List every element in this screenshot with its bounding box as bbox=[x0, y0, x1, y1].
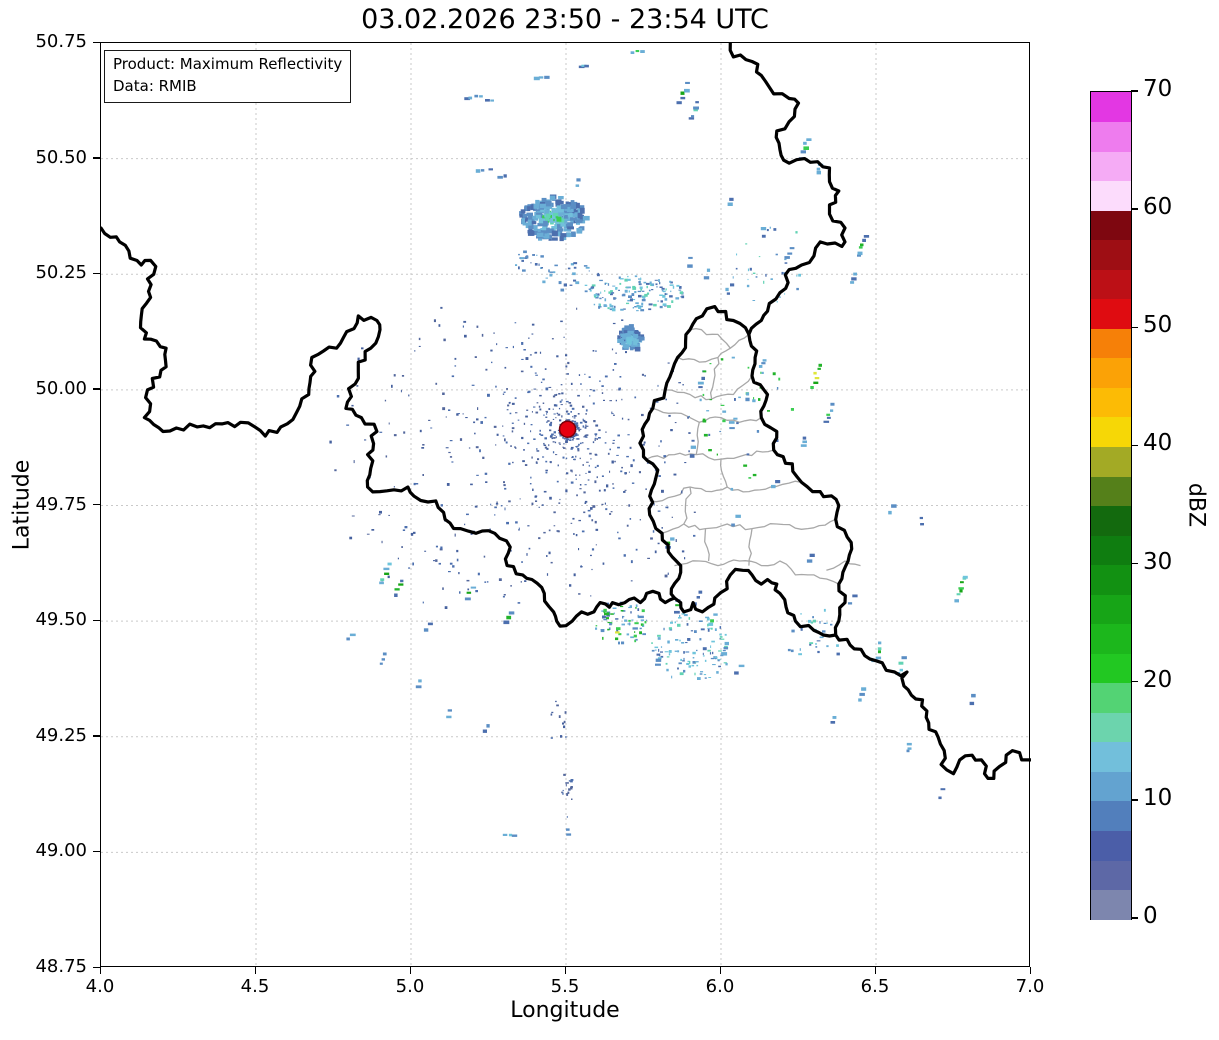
x-tick-label: 6.5 bbox=[860, 976, 890, 997]
colorbar-tick-label: 10 bbox=[1143, 784, 1173, 811]
colorbar-band bbox=[1091, 535, 1131, 566]
colorbar-band bbox=[1091, 298, 1131, 329]
radar-map-svg bbox=[101, 43, 1031, 968]
y-tick-label: 49.00 bbox=[35, 840, 87, 862]
y-tick-label: 50.75 bbox=[35, 31, 87, 52]
radar-site-marker bbox=[558, 420, 577, 438]
colorbar-band bbox=[1091, 594, 1131, 625]
colorbar-band bbox=[1091, 741, 1131, 772]
colorbar-band bbox=[1091, 800, 1131, 831]
colorbar-band bbox=[1091, 239, 1131, 270]
y-tick-label: 48.75 bbox=[35, 956, 87, 977]
colorbar-band bbox=[1091, 564, 1131, 595]
colorbar-label: dBZ bbox=[1183, 482, 1209, 528]
colorbar-band bbox=[1091, 771, 1131, 802]
y-tick-label: 49.50 bbox=[35, 609, 87, 631]
colorbar-band bbox=[1091, 151, 1131, 182]
colorbar-tick-mark bbox=[1131, 326, 1138, 328]
colorbar-tick-label: 40 bbox=[1143, 430, 1173, 457]
x-tick-mark bbox=[1029, 967, 1031, 974]
colorbar-band bbox=[1091, 859, 1131, 891]
colorbar-band bbox=[1091, 475, 1131, 507]
y-tick-label: 49.25 bbox=[35, 724, 87, 746]
colorbar-band bbox=[1091, 180, 1131, 211]
colorbar-band bbox=[1091, 121, 1131, 152]
figure-title: 03.02.2026 23:50 - 23:54 UTC bbox=[361, 4, 769, 35]
x-tick-mark bbox=[409, 967, 411, 974]
product-info-box: Product: Maximum Reflectivity Data: RMIB bbox=[104, 50, 352, 103]
y-tick-mark bbox=[93, 735, 100, 737]
x-tick-mark bbox=[874, 967, 876, 974]
y-tick-mark bbox=[93, 157, 100, 159]
colorbar-tick-label: 30 bbox=[1143, 548, 1173, 575]
colorbar-tick-label: 20 bbox=[1143, 666, 1173, 693]
y-tick-mark bbox=[93, 966, 100, 968]
reflectivity-colorbar bbox=[1090, 91, 1132, 920]
colorbar-band bbox=[1091, 712, 1131, 743]
colorbar-tick-label: 70 bbox=[1143, 76, 1173, 102]
colorbar-tick-mark bbox=[1131, 681, 1138, 683]
colorbar-tick-mark bbox=[1131, 444, 1138, 447]
radar-figure: 03.02.2026 23:50 - 23:54 UTC Product: Ma… bbox=[0, 0, 1219, 1040]
colorbar-band bbox=[1091, 92, 1131, 123]
colorbar-band bbox=[1091, 653, 1131, 684]
colorbar-band bbox=[1091, 505, 1131, 536]
data-source-line: Data: RMIB bbox=[113, 76, 197, 95]
colorbar-tick-mark bbox=[1131, 90, 1138, 92]
colorbar-tick-label: 60 bbox=[1143, 194, 1173, 221]
product-line: Product: Maximum Reflectivity bbox=[113, 55, 343, 73]
x-tick-label: 4.5 bbox=[240, 976, 270, 997]
y-tick-label: 50.25 bbox=[35, 262, 87, 284]
x-tick-mark bbox=[99, 967, 101, 974]
colorbar-band bbox=[1091, 446, 1131, 477]
colorbar-band bbox=[1091, 416, 1131, 447]
x-tick-mark bbox=[254, 967, 256, 974]
colorbar-tick-mark bbox=[1131, 562, 1138, 565]
map-plot-area bbox=[100, 42, 1031, 968]
radar-echoes bbox=[329, 50, 976, 837]
y-tick-mark bbox=[93, 388, 100, 390]
y-tick-label: 50.00 bbox=[35, 377, 87, 399]
colorbar-tick-mark bbox=[1131, 917, 1138, 919]
colorbar-band bbox=[1091, 682, 1131, 713]
y-tick-mark bbox=[93, 504, 100, 506]
colorbar-band bbox=[1091, 889, 1131, 920]
x-tick-label: 5.0 bbox=[395, 976, 425, 997]
y-tick-mark bbox=[93, 41, 100, 43]
colorbar-band bbox=[1091, 623, 1131, 654]
x-tick-mark bbox=[564, 967, 566, 974]
x-tick-mark bbox=[719, 967, 721, 974]
colorbar-tick-label: 50 bbox=[1143, 312, 1173, 339]
colorbar-band bbox=[1091, 830, 1131, 861]
x-axis-label: Longitude bbox=[510, 998, 620, 1023]
colorbar-band bbox=[1091, 387, 1131, 418]
colorbar-tick-mark bbox=[1131, 799, 1138, 801]
colorbar-band bbox=[1091, 210, 1131, 241]
colorbar-band bbox=[1091, 328, 1131, 359]
y-tick-mark bbox=[93, 619, 100, 622]
x-tick-label: 6.0 bbox=[705, 976, 735, 997]
y-tick-mark bbox=[93, 850, 100, 853]
x-tick-label: 5.5 bbox=[550, 976, 580, 997]
y-tick-label: 49.75 bbox=[35, 493, 87, 515]
colorbar-band bbox=[1091, 269, 1131, 300]
x-tick-label: 7.0 bbox=[1015, 976, 1045, 997]
y-tick-mark bbox=[93, 272, 100, 275]
colorbar-tick-mark bbox=[1131, 208, 1138, 210]
colorbar-band bbox=[1091, 357, 1131, 388]
y-tick-label: 50.50 bbox=[35, 146, 87, 168]
colorbar-tick-label: 0 bbox=[1143, 903, 1158, 929]
x-tick-label: 4.0 bbox=[85, 976, 115, 997]
